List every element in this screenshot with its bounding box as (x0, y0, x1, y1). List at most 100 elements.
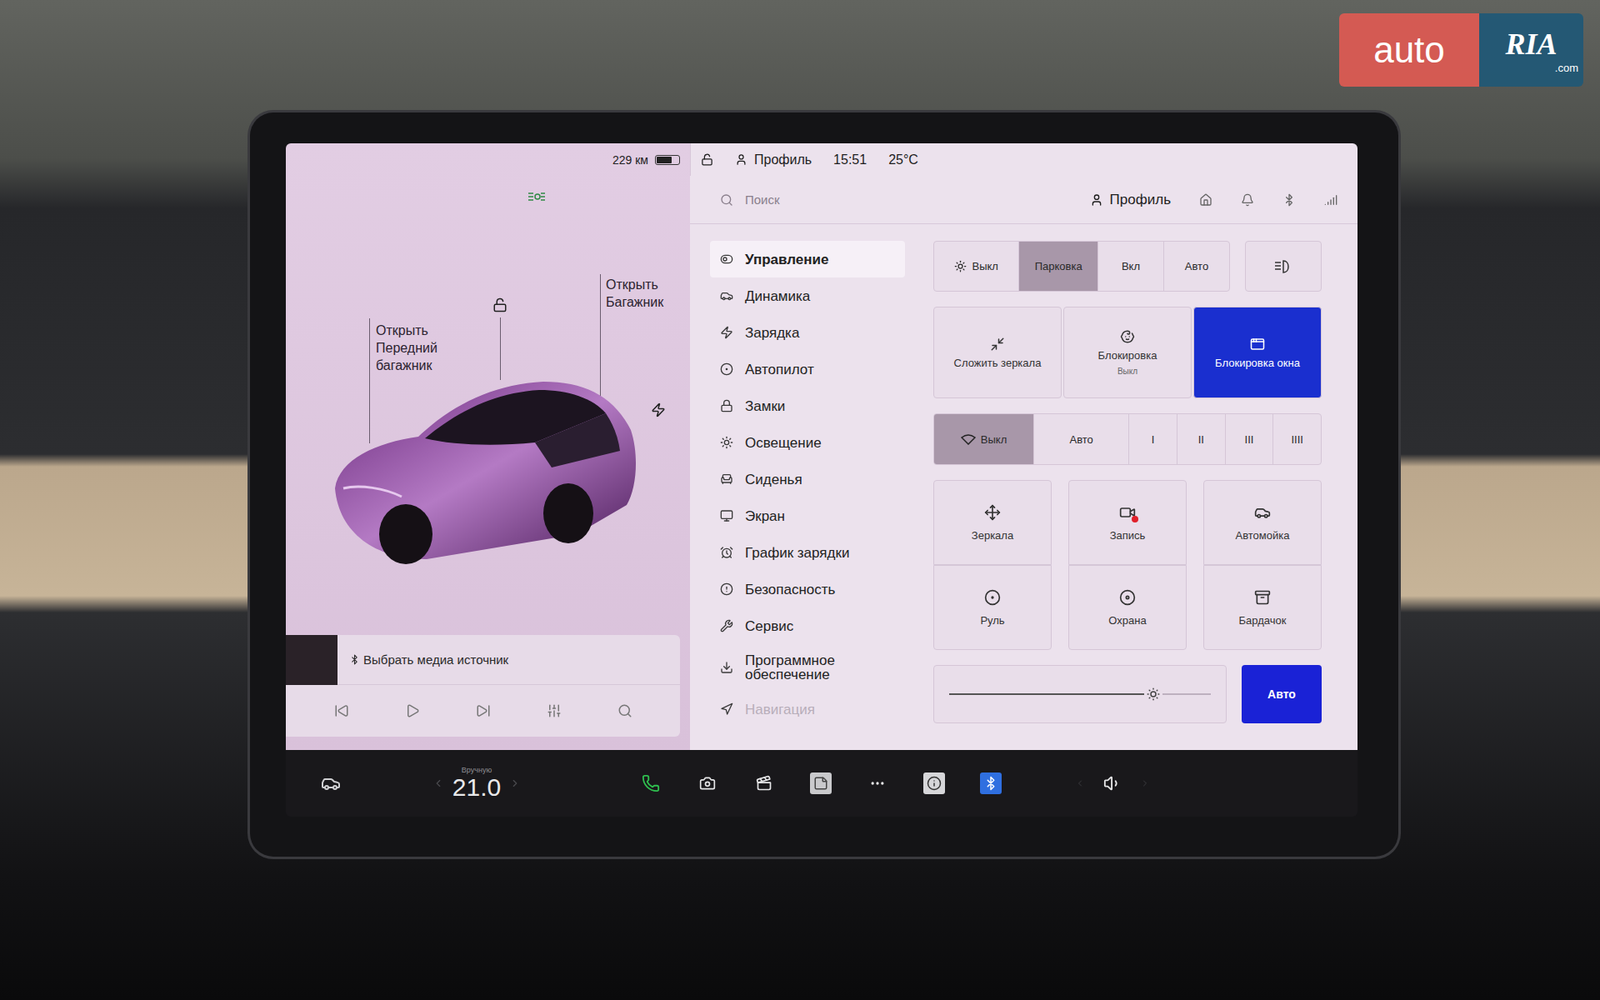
quick-controls: ЗеркалаЗаписьАвтомойка Руль Охрана Бардачок (933, 480, 1322, 650)
option-label: IIII (1290, 433, 1303, 446)
volume-icon[interactable] (1103, 774, 1122, 793)
open-trunk[interactable]: ОткрытьБагажник (605, 275, 664, 311)
touchscreen-bezel: 229 кмОткрытьПереднийбагажникОткрытьБага… (250, 112, 1399, 857)
menu-item[interactable]: Программное обеспечение (710, 644, 905, 691)
car-icon (326, 363, 644, 572)
temperature-display[interactable]: Вручную21.0 (452, 765, 501, 801)
album-art (285, 635, 338, 685)
quick-label: Бардачок (1239, 614, 1287, 627)
headlight-option[interactable]: Вкл (1097, 241, 1164, 291)
quick-label: Руль (980, 614, 1005, 627)
wiper-option[interactable]: IIII (1272, 414, 1321, 465)
play-icon[interactable] (405, 703, 420, 719)
profile-button[interactable]: Профиль (1090, 191, 1171, 209)
home-icon[interactable] (1199, 193, 1213, 207)
menu-label: Экран (745, 509, 785, 524)
slider-knob[interactable] (1144, 685, 1163, 704)
unlock-icon (700, 153, 714, 166)
notes-app[interactable] (810, 772, 832, 795)
quick-control[interactable]: Запись (1068, 480, 1187, 565)
control-tile[interactable]: Блокировка окна (1193, 306, 1322, 399)
car-slot (305, 773, 356, 794)
phone-app[interactable] (640, 772, 662, 795)
menu-icon (720, 702, 734, 716)
menu-icon-wrap (720, 362, 735, 376)
headlight-option[interactable]: Выкл (934, 241, 1019, 291)
brightness-icon (1145, 686, 1161, 702)
menu-item[interactable]: Зарядка (710, 314, 905, 351)
menu-item[interactable]: Безопасность (710, 570, 905, 608)
quick-control[interactable]: Руль (933, 565, 1052, 650)
menu-item[interactable]: Сервис (710, 607, 905, 645)
open-front-trunk[interactable]: ОткрытьПереднийбагажник (375, 321, 438, 375)
bluetooth-app[interactable] (980, 772, 1002, 795)
bell-icon[interactable] (1240, 193, 1255, 207)
menu-item[interactable]: График зарядки (710, 534, 905, 571)
label-line: Открыть (375, 321, 438, 340)
brightness-row: Авто (933, 665, 1322, 724)
charge-port[interactable] (650, 402, 666, 418)
temp-up-icon[interactable] (509, 777, 521, 790)
bluetooth-icon[interactable] (1282, 193, 1296, 207)
temp-down-icon[interactable] (432, 777, 445, 790)
more-apps[interactable] (866, 772, 889, 795)
auto-high-beam-button[interactable] (1245, 240, 1322, 292)
equalizer-icon[interactable] (546, 703, 562, 719)
menu-icon-wrap (720, 289, 735, 303)
label-line: Открыть (605, 275, 664, 294)
info-icon (926, 775, 942, 791)
menu-item[interactable]: Освещение (710, 424, 905, 461)
wiper-option[interactable]: Авто (1033, 414, 1129, 465)
tile-status: Выкл (1117, 366, 1138, 376)
menu-item[interactable]: Управление (710, 240, 905, 278)
menu-label: График зарядки (745, 545, 850, 560)
quick-control[interactable]: Автомойка (1203, 480, 1322, 565)
next-icon[interactable] (475, 703, 491, 719)
brightness-auto-button[interactable]: Авто (1241, 665, 1322, 724)
quick-control[interactable]: Зеркала (933, 480, 1052, 565)
headlight-option[interactable]: Парковка (1018, 241, 1098, 291)
user-icon (1090, 193, 1104, 207)
manual-app[interactable] (923, 772, 945, 795)
profile-status[interactable]: Профиль (735, 152, 812, 168)
quick-label: Охрана (1108, 614, 1146, 627)
headlight-option[interactable]: Авто (1163, 241, 1230, 291)
quick-control[interactable]: Бардачок (1203, 565, 1322, 650)
lock-status[interactable] (700, 153, 714, 166)
wiper-option[interactable]: III (1225, 414, 1274, 465)
theater-app[interactable] (753, 772, 775, 795)
wipers-row: ВыклАвтоIIIIIIIIII (933, 413, 1322, 465)
quick-control[interactable]: Охрана (1068, 565, 1187, 650)
search-row: Поиск Профиль (690, 175, 1358, 225)
menu-label: Сервис (745, 619, 794, 634)
car-lock[interactable] (492, 297, 508, 313)
control-tile[interactable]: БлокировкаВыкл (1063, 306, 1192, 399)
menu-item[interactable]: Экран (710, 497, 905, 535)
wiper-option[interactable]: Выкл (934, 414, 1034, 465)
menu-item[interactable]: Сиденья (710, 460, 905, 498)
control-tile[interactable]: Сложить зеркала (933, 306, 1062, 399)
previous-icon[interactable] (334, 703, 350, 719)
media-search-icon[interactable] (617, 703, 633, 719)
tile-label: Сложить зеркала (954, 356, 1042, 370)
menu-icon-wrap (720, 325, 735, 340)
car-icon[interactable] (320, 773, 341, 794)
media-source-button[interactable]: Выбрать медиа источник (349, 652, 509, 667)
wiper-option[interactable]: I (1128, 414, 1177, 465)
search-field[interactable]: Поиск (720, 192, 1080, 207)
search-placeholder: Поиск (745, 192, 780, 207)
option-label: III (1245, 433, 1255, 446)
wiper-option[interactable]: II (1176, 414, 1225, 465)
menu-item[interactable]: Динамика (710, 277, 905, 315)
menu-item[interactable]: Замки (710, 387, 905, 425)
volume-down-icon[interactable] (1075, 778, 1085, 789)
menu-label: Безопасность (745, 582, 835, 597)
menu-item[interactable]: Автопилот (710, 350, 905, 388)
option-label: Парковка (1035, 260, 1083, 273)
lights-indicator-icon (527, 190, 546, 205)
camera-app[interactable] (696, 772, 719, 795)
menu-icon-wrap (720, 582, 735, 596)
slider-track[interactable] (949, 693, 1211, 695)
menu-item[interactable]: Навигация (710, 690, 905, 728)
volume-up-icon[interactable] (1140, 778, 1150, 789)
